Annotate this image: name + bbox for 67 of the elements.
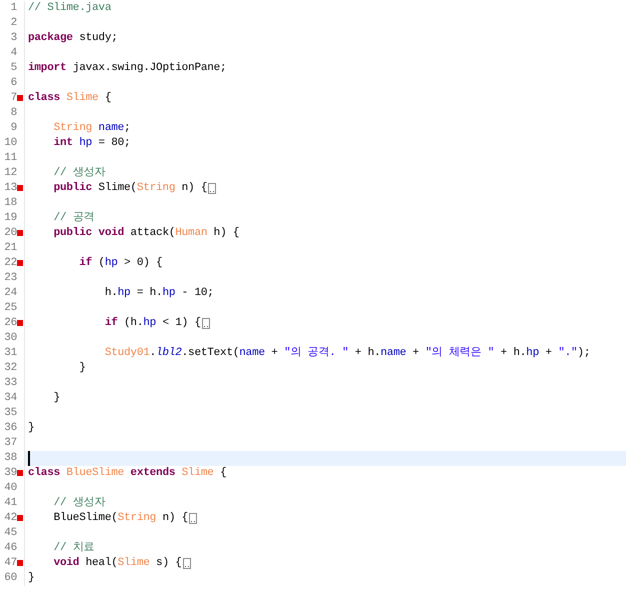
line-number: 19: [4, 211, 18, 226]
line-number: 31: [4, 346, 18, 361]
line-number: 46: [4, 541, 18, 556]
line-number: 12: [4, 166, 18, 181]
line-number: 24: [4, 286, 18, 301]
line-number: 47: [4, 556, 18, 571]
code-line: public Slime(String n) {: [52, 181, 208, 196]
line-number: 3: [10, 31, 18, 46]
code-line: }: [28, 421, 34, 436]
code-line: // 생성자: [52, 496, 106, 511]
text-cursor-icon: [28, 451, 30, 466]
line-number: 20: [4, 226, 18, 241]
line-number: 10: [4, 136, 18, 151]
line-number: 13: [4, 181, 18, 196]
line-number: 26: [4, 316, 18, 331]
line-number: 21: [4, 241, 18, 256]
code-line: int hp = 80;: [52, 136, 130, 151]
line-number: 7: [10, 91, 18, 106]
line-number: 41: [4, 496, 18, 511]
line-number: 5: [10, 61, 18, 76]
line-number: 18: [4, 196, 18, 211]
line-number: 33: [4, 376, 18, 391]
line-number: 38: [4, 451, 18, 466]
line-number: 23: [4, 271, 18, 286]
line-number: 4: [10, 46, 18, 61]
line-number: 1: [10, 1, 18, 16]
fold-icon[interactable]: [182, 558, 191, 569]
line-number: 32: [4, 361, 18, 376]
code-line: void heal(Slime s) {: [52, 556, 182, 571]
code-line: // Slime.java: [28, 1, 112, 16]
code-line: BlueSlime(String n) {: [52, 511, 188, 526]
line-number: 45: [4, 526, 18, 541]
code-line: public void attack(Human h) {: [52, 226, 240, 241]
code-line: class BlueSlime extends Slime {: [28, 466, 226, 481]
line-number: 36: [4, 421, 18, 436]
fold-icon[interactable]: [208, 183, 216, 194]
code-line: // 공격: [52, 211, 94, 226]
line-number: 8: [10, 106, 18, 121]
line-number: 6: [10, 76, 18, 91]
code-line: }: [28, 571, 34, 586]
code-line: import javax.swing.JOptionPane;: [28, 61, 226, 76]
line-number: 2: [10, 16, 18, 31]
code-line: // 생성자: [52, 166, 106, 181]
line-number: 35: [4, 406, 18, 421]
line-number: 42: [4, 511, 18, 526]
line-number: 25: [4, 301, 18, 316]
line-number: 34: [4, 391, 18, 406]
code-line: if (hp > 0) {: [78, 256, 162, 271]
line-number: 11: [4, 151, 18, 166]
code-line: }: [52, 391, 60, 406]
code-line: h.hp = h.hp - 10;: [104, 286, 214, 301]
code-line: package study;: [28, 31, 118, 46]
code-line: }: [78, 361, 86, 376]
line-number: 40: [4, 481, 18, 496]
line-number: 22: [4, 256, 18, 271]
line-number: 9: [10, 121, 18, 136]
line-number: 37: [4, 436, 18, 451]
line-number: 39: [4, 466, 18, 481]
line-number: 60: [4, 571, 18, 586]
code-line: if (h.hp < 1) {: [104, 316, 201, 331]
code-line: // 치료: [52, 541, 94, 556]
fold-icon[interactable]: [189, 513, 198, 524]
code-line: class Slime {: [28, 91, 112, 106]
code-line: String name;: [52, 121, 130, 136]
line-number: 30: [4, 331, 18, 346]
code-line: Study01.lbl2.setText(name + "의 공격. " + h.name + "의 체력은 " + h.hp + ".");: [104, 346, 590, 361]
fold-icon[interactable]: [202, 318, 210, 329]
